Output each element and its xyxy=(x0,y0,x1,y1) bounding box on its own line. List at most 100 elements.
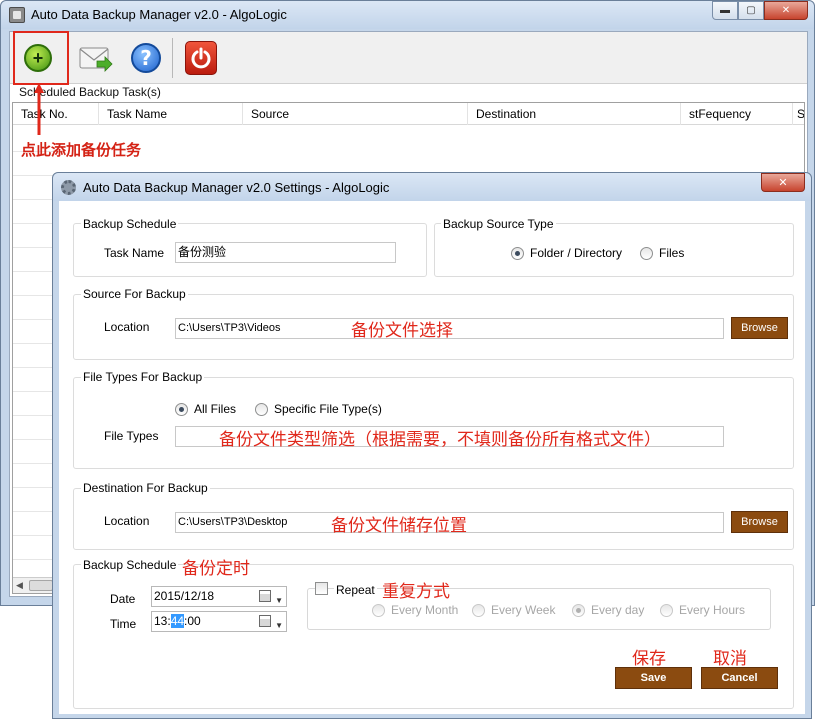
every-day-radio-dot xyxy=(572,603,585,617)
time-label: Time xyxy=(110,617,137,631)
exit-button[interactable] xyxy=(179,36,223,80)
column-header-frequency[interactable]: stFequency xyxy=(681,103,793,125)
help-icon: ? xyxy=(131,43,161,73)
destination-location-label: Location xyxy=(104,514,150,528)
gear-icon xyxy=(61,180,76,195)
horizontal-scrollbar[interactable]: ◀ xyxy=(13,577,57,593)
cancel-annotation: 取消 xyxy=(713,649,747,668)
mail-arrow-icon xyxy=(79,47,113,72)
every-month-radio[interactable]: Every Month xyxy=(372,603,458,617)
task-name-label: Task Name xyxy=(104,246,165,260)
time-picker[interactable]: 13:44:00 ▼ xyxy=(151,611,287,632)
grid-row-divider xyxy=(13,343,57,344)
file-types-label: File Types xyxy=(104,429,159,443)
settings-close-button[interactable]: ✕ xyxy=(761,173,805,192)
every-week-label: Every Week xyxy=(491,603,556,617)
date-picker[interactable]: 2015/12/18 ▼ xyxy=(151,586,287,607)
source-browse-button[interactable]: Browse xyxy=(731,317,788,339)
destination-group-label: Destination For Backup xyxy=(81,481,210,495)
grid-row-divider xyxy=(13,199,57,200)
repeat-annotation: 重复方式 xyxy=(382,582,450,601)
app-icon xyxy=(9,7,25,23)
clock-calendar-icon[interactable] xyxy=(259,615,271,627)
cancel-button[interactable]: Cancel xyxy=(701,667,778,689)
file-types-group-label: File Types For Backup xyxy=(81,370,205,384)
grid-row-divider xyxy=(13,367,57,368)
every-day-label: Every day xyxy=(591,603,645,617)
close-button[interactable]: ✕ xyxy=(764,1,808,20)
every-week-radio[interactable]: Every Week xyxy=(472,603,555,617)
repeat-label: Repeat xyxy=(334,583,377,597)
destination-annotation: 备份文件储存位置 xyxy=(331,516,467,535)
annotation-arrow-icon xyxy=(34,83,44,135)
all-files-radio-label: All Files xyxy=(194,402,237,416)
maximize-button[interactable]: ▢ xyxy=(738,1,764,20)
column-header-task-name[interactable]: Task Name xyxy=(99,103,243,125)
grid-row-divider xyxy=(13,295,57,296)
every-hours-label: Every Hours xyxy=(679,603,746,617)
settings-titlebar: Auto Data Backup Manager v2.0 Settings -… xyxy=(53,173,811,201)
grid-row-divider xyxy=(13,175,57,176)
power-icon xyxy=(185,41,217,75)
column-header-source[interactable]: Source xyxy=(243,103,468,125)
every-hours-radio-dot xyxy=(660,603,673,617)
source-group-label: Source For Backup xyxy=(81,287,188,301)
chevron-down-icon[interactable]: ▼ xyxy=(275,616,283,635)
scroll-left-icon[interactable]: ◀ xyxy=(16,580,23,591)
grid-row-divider xyxy=(13,415,57,416)
folder-radio-dot xyxy=(511,246,524,260)
file-types-group xyxy=(73,377,794,469)
save-button[interactable]: Save xyxy=(615,667,692,689)
settings-client: Backup Schedule Task Name 备份测验 Backup So… xyxy=(59,201,805,714)
save-annotation: 保存 xyxy=(632,649,666,668)
grid-row-divider xyxy=(13,271,57,272)
column-header-task-no[interactable]: Task No. xyxy=(13,103,99,125)
add-task-button[interactable]: + xyxy=(16,36,60,80)
grid-row-divider xyxy=(13,535,57,536)
task-name-input[interactable]: 备份测验 xyxy=(175,242,396,263)
schedule-group-label: Backup Schedule xyxy=(81,558,179,572)
email-button[interactable] xyxy=(74,36,118,80)
every-month-radio-dot xyxy=(372,603,385,617)
column-header-destination[interactable]: Destination xyxy=(468,103,681,125)
files-radio[interactable]: Files xyxy=(640,246,684,260)
grid-row-divider xyxy=(13,511,57,512)
every-hours-radio[interactable]: Every Hours xyxy=(660,603,745,617)
grid-row-divider xyxy=(13,223,57,224)
every-day-radio[interactable]: Every day xyxy=(572,603,644,617)
chevron-down-icon[interactable]: ▼ xyxy=(275,591,283,610)
every-month-label: Every Month xyxy=(391,603,459,617)
source-location-label: Location xyxy=(104,320,150,334)
time-seconds: :00 xyxy=(184,614,201,628)
time-minutes-selected[interactable]: 44 xyxy=(170,614,185,628)
grid-row-divider xyxy=(13,487,57,488)
file-types-annotation: 备份文件类型筛选（根据需要，不填则备份所有格式文件） xyxy=(219,430,661,449)
grid-row-divider xyxy=(13,247,57,248)
column-header-s[interactable]: S xyxy=(793,103,804,125)
scroll-thumb[interactable] xyxy=(29,580,53,591)
main-titlebar: Auto Data Backup Manager v2.0 - AlgoLogi… xyxy=(1,1,814,29)
grid-row-divider xyxy=(13,319,57,320)
grid-row-divider xyxy=(13,559,57,560)
window-controls: ▬ ▢ ✕ xyxy=(712,1,808,21)
specific-types-radio[interactable]: Specific File Type(s) xyxy=(255,402,382,416)
minimize-button[interactable]: ▬ xyxy=(712,1,738,20)
repeat-checkbox[interactable] xyxy=(315,582,328,595)
grid-row-divider xyxy=(13,439,57,440)
specific-types-radio-label: Specific File Type(s) xyxy=(274,402,382,416)
grid-row-divider xyxy=(13,391,57,392)
help-button[interactable]: ? xyxy=(124,36,168,80)
main-window-title: Auto Data Backup Manager v2.0 - AlgoLogi… xyxy=(31,7,287,22)
plus-icon: + xyxy=(24,44,52,72)
all-files-radio[interactable]: All Files xyxy=(175,402,236,416)
settings-title: Auto Data Backup Manager v2.0 Settings -… xyxy=(83,180,390,195)
time-hours: 13: xyxy=(154,614,171,628)
date-label: Date xyxy=(110,592,136,606)
destination-browse-button[interactable]: Browse xyxy=(731,511,788,533)
source-type-group-label: Backup Source Type xyxy=(441,217,556,231)
calendar-icon[interactable] xyxy=(259,590,271,602)
task-name-group-label: Backup Schedule xyxy=(81,217,179,231)
grid-header: Task No. Task Name Source Destination st… xyxy=(13,103,804,125)
folder-radio[interactable]: Folder / Directory xyxy=(511,246,622,260)
source-annotation: 备份文件选择 xyxy=(351,321,453,340)
